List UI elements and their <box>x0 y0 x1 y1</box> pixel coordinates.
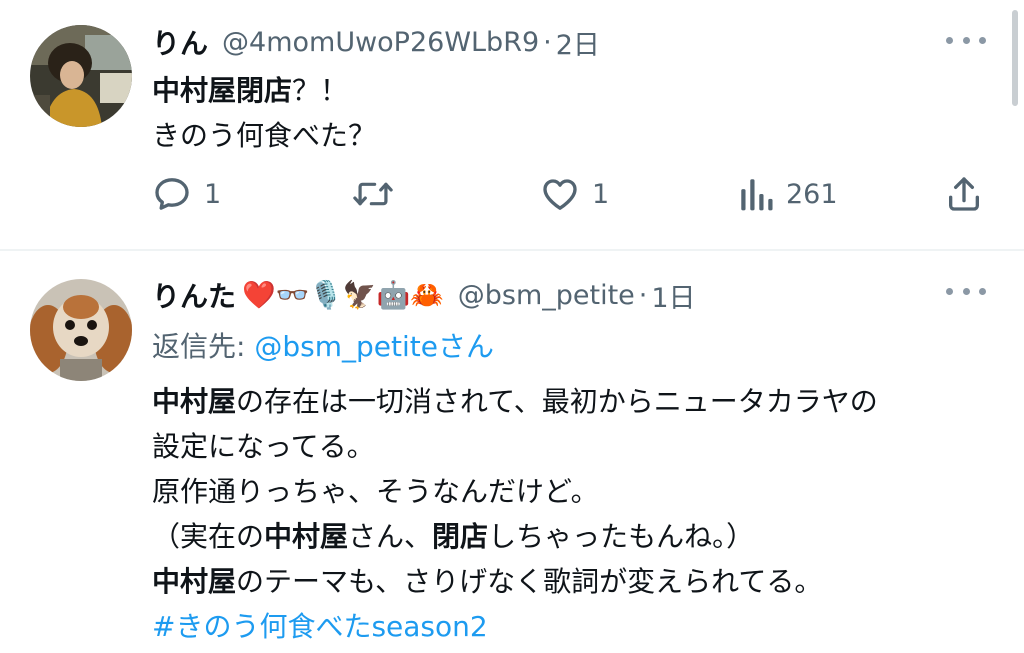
text-span: きのう何食べた？ <box>152 119 377 152</box>
tweet-header: りん @4momUwoP26WLbR9 · 2日 <box>152 22 600 62</box>
bold-text: 中村屋 <box>152 565 237 598</box>
retweet-button[interactable] <box>352 170 394 218</box>
text-span: 原作通りっちゃ、そうなんだけど。 <box>152 475 599 508</box>
views-button[interactable]: 261 <box>738 170 838 218</box>
text-span: のテーマも、さりげなく歌詞が変えられてる。 <box>236 565 823 598</box>
user-handle[interactable]: @bsm_petite <box>458 280 635 311</box>
display-name[interactable]: りん <box>152 22 208 62</box>
retweet-icon <box>353 182 393 206</box>
text-span: の存在は一切消されて、最初からニュータカラヤの <box>236 385 878 418</box>
share-button[interactable] <box>944 170 984 218</box>
views-count: 261 <box>786 178 838 210</box>
timestamp[interactable]: 1日 <box>651 276 695 315</box>
action-bar: 1 1 261 <box>152 170 992 218</box>
more-icon[interactable] <box>946 281 986 301</box>
text-span: 設定になってる。 <box>152 430 375 463</box>
reply-button[interactable]: 1 <box>152 170 221 218</box>
bold-text: 閉店 <box>432 520 489 553</box>
text-span: （実在の <box>152 520 265 553</box>
separator-dot: · <box>543 26 552 58</box>
tweet-text: 中村屋の存在は一切消されて、最初からニュータカラヤの 設定になってる。 原作通り… <box>152 379 1012 649</box>
heart-icon <box>543 179 577 210</box>
separator-dot: · <box>638 279 648 311</box>
reply-to-mention[interactable]: @bsm_petite <box>254 330 438 363</box>
reply-icon <box>155 178 189 210</box>
reply-count: 1 <box>204 178 222 210</box>
bold-text: 中村屋閉店 <box>152 74 293 107</box>
reply-to-line: 返信先: @bsm_petiteさん <box>152 325 494 365</box>
text-span: しちゃったもんね。） <box>488 520 755 553</box>
display-name[interactable]: りんた <box>152 275 236 315</box>
share-icon <box>949 177 979 211</box>
tweet[interactable]: りん @4momUwoP26WLbR9 · 2日 中村屋閉店？！ きのう何食べた… <box>0 0 1024 249</box>
tweet[interactable]: りんた ❤️👓🎙️🦅🤖🦀 @bsm_petite · 1日 返信先: @bsm_… <box>0 251 1024 653</box>
hashtag-link[interactable]: #きのう何食べたseason2 <box>152 610 488 643</box>
like-button[interactable]: 1 <box>540 170 609 218</box>
scrollbar[interactable] <box>1012 10 1018 106</box>
user-handle[interactable]: @4momUwoP26WLbR9 <box>222 27 539 58</box>
more-icon[interactable] <box>946 30 986 50</box>
text-span: さん、 <box>348 520 433 553</box>
reply-to-suffix: さん <box>437 330 494 363</box>
avatar[interactable] <box>30 279 132 381</box>
text-span: ？！ <box>292 74 349 107</box>
like-count: 1 <box>592 178 610 210</box>
bold-text: 中村屋 <box>264 520 349 553</box>
views-icon <box>741 179 773 211</box>
tweet-header: りんた ❤️👓🎙️🦅🤖🦀 @bsm_petite · 1日 <box>152 275 696 315</box>
bold-text: 中村屋 <box>152 385 237 418</box>
reply-to-label: 返信先: <box>152 330 255 363</box>
timestamp[interactable]: 2日 <box>556 23 600 62</box>
avatar[interactable] <box>30 25 132 127</box>
tweet-text: 中村屋閉店？！ きのう何食べた？ <box>152 68 376 158</box>
name-emojis: ❤️👓🎙️🦅🤖🦀 <box>242 280 444 311</box>
